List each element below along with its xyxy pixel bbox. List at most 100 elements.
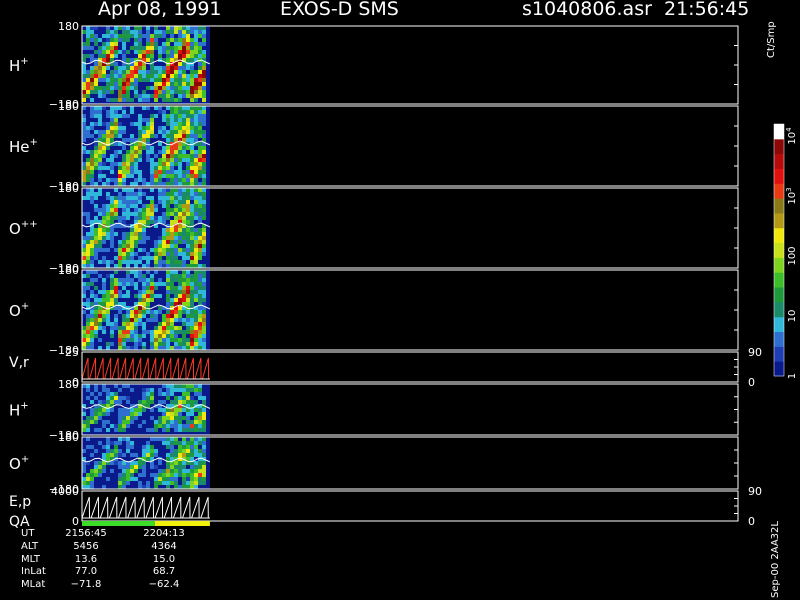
heatmap-cell — [170, 388, 174, 392]
heatmap-cell — [162, 322, 166, 326]
heatmap-cell — [106, 298, 110, 302]
heatmap-cell — [94, 26, 98, 30]
heatmap-cell — [118, 196, 122, 200]
heatmap-cell — [174, 473, 178, 477]
heatmap-cell — [194, 90, 198, 94]
heatmap-cell — [150, 126, 154, 130]
heatmap-cell — [118, 38, 122, 42]
heatmap-cell — [202, 270, 206, 274]
heatmap-cell — [102, 208, 106, 212]
heatmap-cell — [138, 274, 142, 278]
heatmap-cell — [166, 166, 170, 170]
heatmap-cell — [174, 400, 178, 404]
heatmap-cell — [98, 146, 102, 150]
heatmap-cell — [86, 38, 90, 42]
heatmap-cell — [110, 392, 114, 396]
heatmap-cell — [202, 54, 206, 58]
heatmap-cell — [174, 146, 178, 150]
heatmap-cell — [194, 408, 198, 412]
heatmap-cell — [114, 216, 118, 220]
heatmap-cell — [98, 326, 102, 330]
colorbar: 110100103104 — [773, 123, 798, 379]
heatmap-cell — [86, 420, 90, 424]
heatmap-cell — [122, 282, 126, 286]
heatmap-cell — [146, 58, 150, 62]
heatmap-cell — [134, 453, 138, 457]
heatmap-cell — [114, 256, 118, 260]
heatmap-cell — [110, 196, 114, 200]
heatmap-cell — [94, 408, 98, 412]
heatmap-cell — [142, 220, 146, 224]
heatmap-cell — [106, 388, 110, 392]
heatmap-cell — [190, 70, 194, 74]
heatmap-cell — [130, 232, 134, 236]
heatmap-cell — [90, 86, 94, 90]
heatmap-cell — [138, 306, 142, 310]
heatmap-cell — [146, 122, 150, 126]
heatmap-cell — [134, 74, 138, 78]
heatmap-cell — [126, 294, 130, 298]
heatmap-cell — [150, 42, 154, 46]
heatmap-cell — [178, 453, 182, 457]
heatmap-cell — [198, 130, 202, 134]
heatmap-cell — [90, 322, 94, 326]
heatmap-cell — [186, 94, 190, 98]
heatmap-cell — [198, 388, 202, 392]
heatmap-cell — [190, 294, 194, 298]
heatmap-cell — [186, 310, 190, 314]
heatmap-cell — [174, 346, 178, 350]
heatmap-cell — [194, 338, 198, 342]
heatmap-cell — [102, 220, 106, 224]
heatmap-cell — [110, 82, 114, 86]
heatmap-cell — [190, 278, 194, 282]
heatmap-cell — [90, 338, 94, 342]
heatmap-cell — [134, 228, 138, 232]
heatmap-cell — [170, 449, 174, 453]
heatmap-cell — [146, 130, 150, 134]
heatmap-cell — [94, 62, 98, 66]
heatmap-cell — [190, 30, 194, 34]
heatmap-cell — [162, 86, 166, 90]
heatmap-cell — [194, 212, 198, 216]
heatmap-cell — [182, 342, 186, 346]
ephemeris-end-value: 68.7 — [152, 566, 176, 578]
heatmap-cell — [86, 244, 90, 248]
heatmap-cell — [146, 150, 150, 154]
sawtooth-trace — [89, 357, 97, 380]
heatmap-cell — [194, 150, 198, 154]
heatmap-cell — [94, 82, 98, 86]
heatmap-cell — [198, 170, 202, 174]
heatmap-cell — [106, 110, 110, 114]
heatmap-cell — [94, 236, 98, 240]
heatmap-cell — [98, 110, 102, 114]
heatmap-cell — [138, 314, 142, 318]
heatmap-cell — [130, 441, 134, 445]
heatmap-cell — [94, 465, 98, 469]
heatmap-cell — [106, 46, 110, 50]
colorbar-swatch — [774, 153, 784, 169]
heatmap-cell — [138, 174, 142, 178]
heatmap-cell — [170, 424, 174, 428]
heatmap-cell — [190, 110, 194, 114]
heatmap-cell — [194, 290, 198, 294]
heatmap-cell — [146, 182, 150, 186]
heatmap-cell — [98, 38, 102, 42]
heatmap-cell — [86, 240, 90, 244]
heatmap-cell — [126, 314, 130, 318]
heatmap-cell — [190, 420, 194, 424]
heatmap-cell — [178, 465, 182, 469]
heatmap-cell — [126, 86, 130, 90]
heatmap-cell — [202, 26, 206, 30]
heatmap-cell — [106, 236, 110, 240]
heatmap-cell — [158, 424, 162, 428]
heatmap-cell — [138, 310, 142, 314]
heatmap-cell — [82, 126, 86, 130]
heatmap-cell — [118, 34, 122, 38]
heatmap-cell — [82, 252, 86, 256]
heatmap-cell — [146, 294, 150, 298]
heatmap-cell — [134, 162, 138, 166]
heatmap-cell — [150, 437, 154, 441]
heatmap-cell — [82, 162, 86, 166]
heatmap-cell — [130, 388, 134, 392]
heatmap-cell — [110, 90, 114, 94]
